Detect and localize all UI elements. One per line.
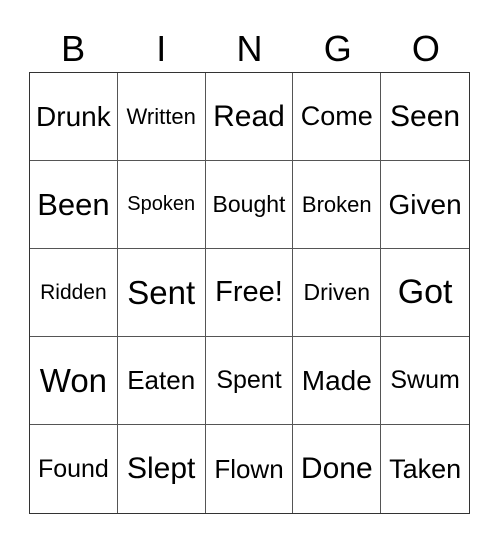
bingo-cell[interactable]: Spent — [205, 337, 294, 425]
bingo-header: B I N G O — [29, 26, 470, 72]
bingo-cell[interactable]: Slept — [118, 425, 206, 513]
bingo-cell[interactable]: Written — [117, 73, 206, 161]
bingo-cell[interactable]: Taken — [381, 425, 469, 513]
bingo-grid: Drunk Written Read Come Seen Been Spoken… — [29, 72, 470, 514]
bingo-cell[interactable]: Seen — [381, 73, 469, 161]
bingo-cell[interactable]: Got — [381, 249, 469, 337]
bingo-cell[interactable]: Eaten — [117, 337, 206, 425]
header-letter-g: G — [323, 28, 352, 69]
header-letter-b: B — [61, 28, 86, 69]
bingo-cell[interactable]: Flown — [206, 425, 294, 513]
bingo-cell[interactable]: Read — [205, 73, 294, 161]
bingo-cell[interactable]: Found — [30, 425, 118, 513]
header-letter-n: N — [236, 28, 263, 69]
bingo-cell[interactable]: Done — [293, 425, 382, 513]
bingo-cell[interactable]: Made — [293, 337, 382, 425]
bingo-cell[interactable]: Given — [381, 161, 469, 249]
bingo-cell[interactable]: Sent — [117, 249, 206, 337]
bingo-cell[interactable]: Been — [30, 161, 118, 249]
bingo-cell[interactable]: Ridden — [30, 249, 118, 337]
header-letter-o: O — [411, 28, 440, 69]
bingo-cell[interactable]: Come — [293, 73, 382, 161]
bingo-free-cell[interactable]: Free! — [205, 249, 294, 337]
bingo-cell[interactable]: Bought — [205, 161, 294, 249]
bingo-cell[interactable]: Drunk — [30, 73, 118, 161]
header-letter-i: I — [156, 28, 167, 69]
bingo-cell[interactable]: Swum — [381, 337, 469, 425]
bingo-cell[interactable]: Broken — [293, 161, 382, 249]
bingo-cell[interactable]: Driven — [293, 249, 382, 337]
bingo-cell[interactable]: Spoken — [117, 161, 206, 249]
bingo-cell[interactable]: Won — [30, 337, 118, 425]
